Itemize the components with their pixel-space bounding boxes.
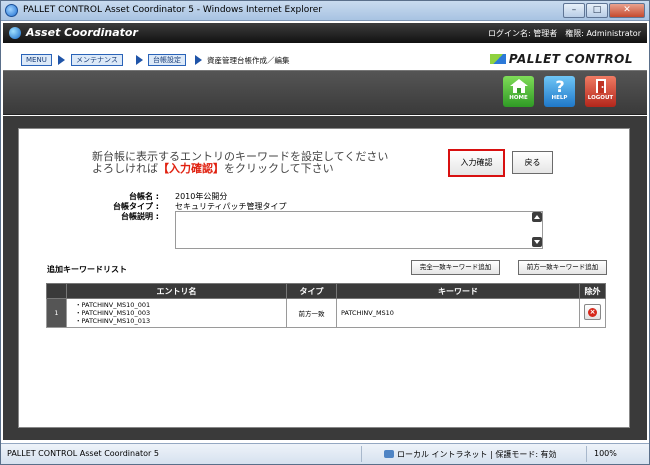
status-separator	[361, 446, 362, 462]
add-exact-keyword-button[interactable]: 完全一致キーワード追加	[411, 260, 500, 275]
column-header-entry: エントリ名	[66, 283, 287, 299]
security-zone-label: ローカル イントラネット | 保護モード: 有効	[397, 450, 557, 459]
table-row: 1 ・PATCHINV_MS10_001 ・PATCHINV_MS10_003 …	[46, 298, 606, 328]
brand-name: PALLET CONTROL	[508, 52, 633, 66]
logout-button[interactable]: LOGOUT	[585, 76, 616, 107]
help-label: HELP	[551, 95, 568, 101]
home-icon	[509, 79, 528, 93]
main-area: 新台帳に表示するエントリのキーワードを設定してください よろしければ【入力確認】…	[3, 116, 647, 440]
entry-name: ・PATCHINV_MS10_001	[75, 301, 151, 309]
table-header-row: エントリ名 タイプ キーワード 除外	[46, 283, 606, 299]
add-prefix-keyword-button[interactable]: 前方一致キーワード追加	[518, 260, 607, 275]
scroll-down-icon[interactable]	[532, 237, 542, 247]
entry-name: ・PATCHINV_MS10_003	[75, 309, 151, 317]
login-info: ログイン名: 管理者 権限: Administrator	[487, 29, 641, 38]
guide-line-2-post: をクリックして下さい	[224, 162, 334, 175]
status-text: PALLET CONTROL Asset Coordinator 5	[7, 449, 159, 458]
entry-name: ・PATCHINV_MS10_013	[75, 317, 151, 325]
match-type-cell: 前方一致	[286, 298, 337, 328]
delete-icon: ×	[588, 308, 597, 317]
breadcrumb-arrow-icon	[136, 55, 143, 65]
breadcrumb-menu[interactable]: MENU	[21, 54, 52, 66]
guide-emphasis: 【入力確認】	[158, 162, 224, 175]
scroll-up-icon[interactable]	[532, 212, 542, 222]
app-logo-icon	[9, 27, 21, 39]
guide-message: 新台帳に表示するエントリのキーワードを設定してください よろしければ【入力確認】…	[92, 151, 388, 175]
window-controls: – □ ✕	[563, 3, 645, 18]
app-header: Asset Coordinator ログイン名: 管理者 権限: Adminis…	[3, 23, 647, 43]
guide-line-2-pre: よろしければ	[92, 162, 158, 175]
window-title: PALLET CONTROL Asset Coordinator 5 - Win…	[23, 5, 323, 15]
zoom-level[interactable]: 100%	[594, 449, 617, 458]
row-number: 1	[46, 298, 67, 328]
help-icon: ?	[555, 78, 564, 94]
status-separator	[586, 446, 587, 462]
confirm-input-button[interactable]: 入力確認	[448, 149, 505, 177]
app-title: Asset Coordinator	[26, 26, 138, 39]
brand-mark-icon	[489, 54, 506, 64]
delete-button[interactable]: ×	[584, 304, 601, 320]
breadcrumb-arrow-icon	[58, 55, 65, 65]
ledger-desc-label: 台帳説明 :	[121, 212, 159, 221]
column-header-type: タイプ	[286, 283, 337, 299]
toolbar: HOME ? HELP LOGOUT	[3, 70, 647, 115]
breadcrumb-maintenance[interactable]: メンテナンス	[71, 54, 123, 66]
maximize-button[interactable]: □	[586, 3, 608, 18]
keyword-table: エントリ名 タイプ キーワード 除外 1 ・PATCHINV_MS10_001 …	[46, 283, 606, 328]
browser-window: PALLET CONTROL Asset Coordinator 5 - Win…	[0, 0, 650, 465]
breadcrumb-current: 資産管理台帳作成／編集	[207, 56, 290, 65]
intranet-zone-icon	[384, 450, 394, 458]
exclude-cell: ×	[579, 298, 606, 328]
status-bar: PALLET CONTROL Asset Coordinator 5 ローカル …	[1, 443, 649, 464]
breadcrumb: MENU メンテナンス 台帳設定 資産管理台帳作成／編集 PALLET CONT…	[3, 43, 647, 70]
logout-label: LOGOUT	[587, 95, 614, 101]
svg-text:?: ?	[555, 78, 564, 94]
breadcrumb-arrow-icon	[195, 55, 202, 65]
content-panel: 新台帳に表示するエントリのキーワードを設定してください よろしければ【入力確認】…	[18, 128, 630, 428]
logout-door-icon	[595, 79, 606, 93]
brand-logo: PALLET CONTROL	[489, 52, 633, 66]
guide-line-2: よろしければ【入力確認】をクリックして下さい	[92, 163, 388, 175]
back-button[interactable]: 戻る	[512, 151, 553, 174]
keyword-list-title: 追加キーワードリスト	[47, 265, 127, 274]
help-button[interactable]: ? HELP	[544, 76, 575, 107]
column-header-no	[46, 283, 67, 299]
minimize-button[interactable]: –	[563, 3, 585, 18]
entry-names-cell: ・PATCHINV_MS10_001 ・PATCHINV_MS10_003 ・P…	[66, 298, 287, 328]
breadcrumb-ledger-settings[interactable]: 台帳設定	[148, 54, 186, 66]
close-button[interactable]: ✕	[609, 3, 645, 18]
title-bar: PALLET CONTROL Asset Coordinator 5 - Win…	[1, 1, 649, 21]
security-zone[interactable]: ローカル イントラネット | 保護モード: 有効	[384, 449, 557, 460]
ledger-description-field[interactable]	[175, 211, 543, 249]
home-label: HOME	[509, 95, 528, 101]
keyword-cell: PATCHINV_MS10	[336, 298, 580, 328]
home-button[interactable]: HOME	[503, 76, 534, 107]
column-header-keyword: キーワード	[336, 283, 580, 299]
ie-icon	[5, 4, 18, 17]
column-header-exclude: 除外	[579, 283, 606, 299]
